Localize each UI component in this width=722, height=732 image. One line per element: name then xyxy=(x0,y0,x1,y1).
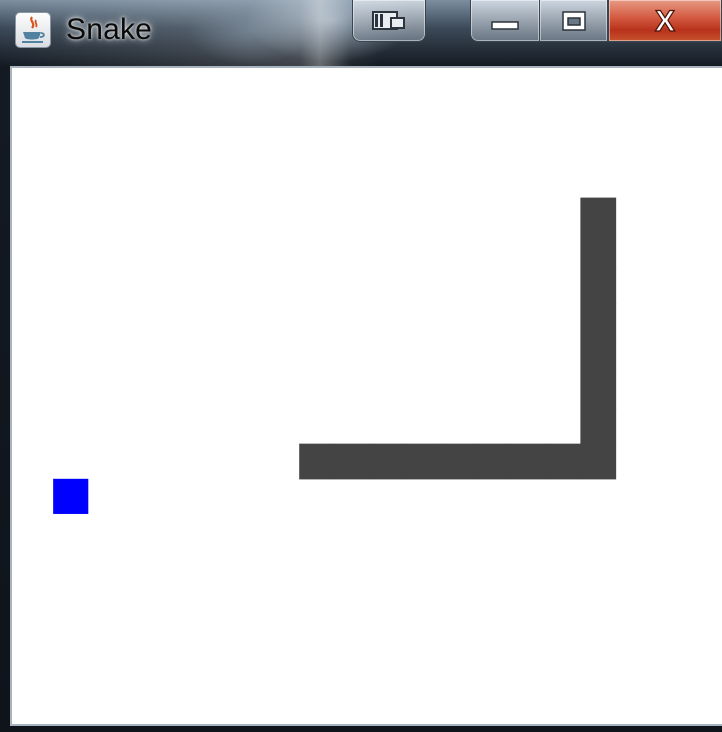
close-label: X xyxy=(655,7,675,35)
snake-segment xyxy=(580,443,617,480)
snake-segment xyxy=(580,232,617,269)
snake-segment xyxy=(474,443,511,480)
snake-segment xyxy=(510,443,546,480)
title-bar[interactable]: Snake X xyxy=(0,0,722,64)
snake-segment xyxy=(299,443,335,480)
snake-segment xyxy=(369,443,406,480)
snake-segment xyxy=(580,267,617,304)
snake-window: Snake X xyxy=(0,0,722,732)
minimize-icon xyxy=(491,20,519,30)
maximize-button[interactable] xyxy=(540,0,608,42)
snake-segment xyxy=(404,443,441,480)
game-canvas xyxy=(14,70,722,722)
snake-segment xyxy=(439,443,476,480)
game-board[interactable] xyxy=(14,70,722,722)
snake-head xyxy=(580,197,617,234)
maximize-icon xyxy=(561,10,586,31)
minimize-button[interactable] xyxy=(470,0,540,42)
window-switch-button[interactable] xyxy=(352,0,426,42)
window-switch-icon xyxy=(372,10,405,30)
snake-segment xyxy=(334,443,371,480)
snake-segment xyxy=(580,303,617,339)
snake-segment xyxy=(545,443,581,480)
snake-segment xyxy=(580,373,617,410)
snake-segment xyxy=(580,338,617,374)
close-icon: X xyxy=(654,7,675,35)
close-button[interactable]: X xyxy=(608,0,722,42)
java-cup-icon[interactable] xyxy=(15,12,51,48)
snake-segment xyxy=(580,408,617,445)
food xyxy=(53,478,89,514)
window-title: Snake xyxy=(66,13,153,46)
food-pellet xyxy=(53,478,89,514)
